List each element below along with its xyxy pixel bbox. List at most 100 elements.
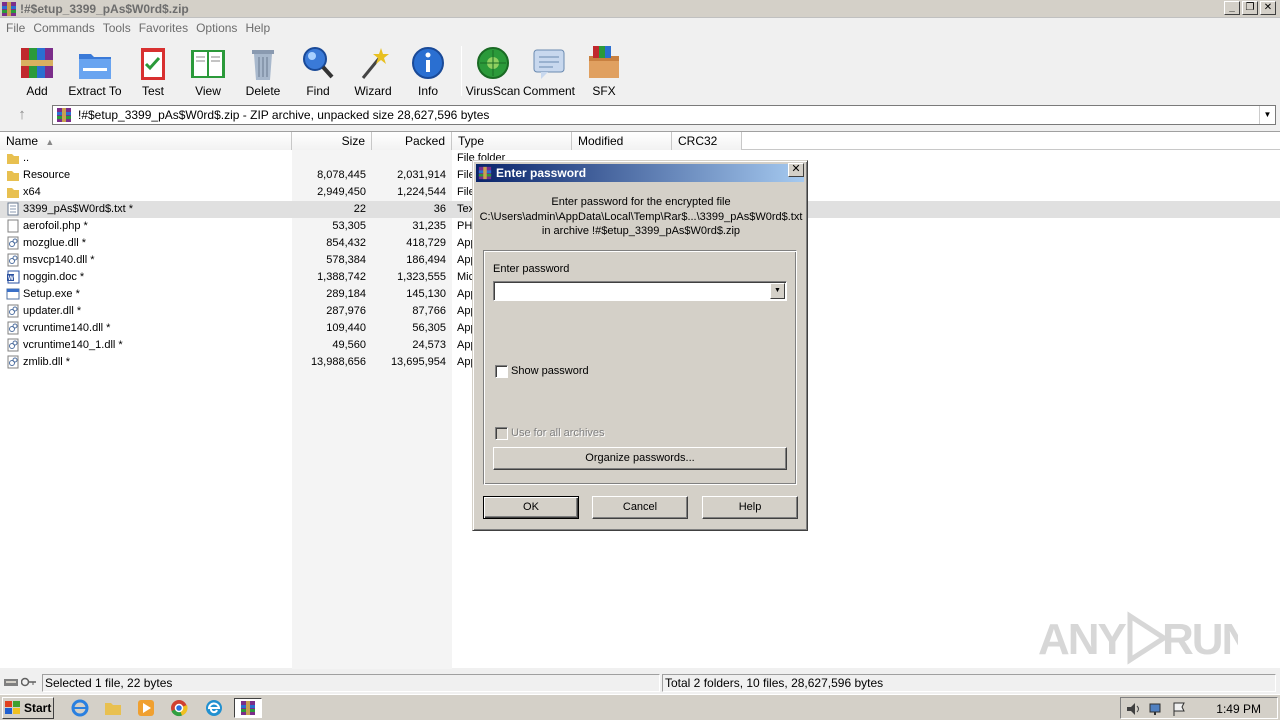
menu-commands[interactable]: Commands [31,21,100,35]
taskbar-winrar[interactable] [234,698,262,718]
use-for-all-archives-label: Use for all archives [511,427,605,439]
show-password-checkbox[interactable] [495,365,508,378]
organize-passwords-button[interactable]: Organize passwords... [493,447,787,470]
dialog-title-bar[interactable]: Enter password [476,164,804,182]
restore-button[interactable]: ❐ [1242,1,1258,15]
virusscan-button[interactable]: VirusScan [464,44,522,98]
media-player-icon [138,700,154,716]
sfx-button[interactable]: SFX [575,44,633,98]
menu-tools[interactable]: Tools [101,21,137,35]
info-button[interactable]: Info [399,44,457,98]
clock[interactable]: 1:49 PM [1216,702,1261,716]
add-button[interactable]: Add [8,44,66,98]
dialog-message-line1: Enter password for the encrypted file [551,196,731,208]
wizard-button[interactable]: Wizard [344,44,402,98]
close-window-button[interactable]: ✕ [1260,1,1276,15]
key-icon [21,677,36,687]
file-packed-size: 56,305 [412,322,446,334]
chrome-icon [171,700,188,717]
file-size: 109,440 [326,322,366,334]
dll-icon [7,304,19,318]
menu-options[interactable]: Options [194,21,243,35]
comment-icon [533,49,565,79]
toolbar-separator [461,46,462,96]
info-icon [412,47,444,79]
taskbar-edge[interactable] [202,698,226,718]
volume-icon[interactable] [1125,701,1141,717]
column-packed[interactable]: Packed [372,132,452,150]
test-button[interactable]: Test [124,44,182,98]
file-packed-size: 2,031,914 [397,169,446,181]
delete-button[interactable]: Delete [234,44,292,98]
taskbar-ie[interactable] [68,698,92,718]
toolbar: Add Extract To Test View Delete Find Wiz… [0,38,1280,100]
file-name: updater.dll * [23,305,82,317]
text-file-icon [7,202,19,216]
internet-explorer-icon [71,699,89,717]
minimize-button[interactable]: _ [1224,1,1240,15]
column-crc32[interactable]: CRC32 [672,132,742,150]
password-label: Enter password [493,263,570,275]
file-packed-size: 87,766 [412,305,446,317]
address-field[interactable]: !#$etup_3399_pAs$W0rd$.zip - ZIP archive… [52,105,1276,125]
file-name: msvcp140.dll * [23,254,95,266]
up-folder-button[interactable]: ↑ [10,106,34,124]
virus-scan-icon [477,47,509,79]
password-history-dropdown[interactable]: ▼ [770,283,785,299]
file-size: 13,988,656 [310,356,366,368]
folder-up-icon [7,154,19,164]
window-title-bar[interactable]: !#$etup_3399_pAs$W0rd$.zip _ ❐ ✕ [0,0,1280,18]
start-button[interactable]: Start [2,697,54,719]
extract-to-button[interactable]: Extract To [66,44,124,98]
comment-button[interactable]: Comment [520,44,578,98]
word-doc-icon: W [7,270,20,284]
dll-icon [7,338,19,352]
help-button[interactable]: Help [702,496,798,519]
folder-icon [7,188,19,198]
taskbar-media[interactable] [134,698,158,718]
file-size: 854,432 [326,237,366,249]
edge-icon [206,700,222,716]
file-size: 8,078,445 [317,169,366,181]
anyrun-watermark-logo: ANY RUN [1038,611,1238,665]
taskbar-explorer[interactable] [101,698,125,718]
address-bar: ↑ !#$etup_3399_pAs$W0rd$.zip - ZIP archi… [0,103,1280,127]
menu-favorites[interactable]: Favorites [137,21,194,35]
winrar-icon [241,701,255,715]
drive-icon [4,679,18,686]
show-password-label[interactable]: Show password [511,365,589,377]
folder-icon [7,171,19,181]
exe-icon [6,288,20,300]
virusscan-label: VirusScan [465,84,521,98]
delete-label: Delete [245,84,281,98]
ok-button[interactable]: OK [483,496,579,519]
taskbar-chrome[interactable] [167,698,191,718]
file-size: 22 [353,203,366,215]
menu-file[interactable]: File [4,21,31,35]
extract-to-label: Extract To [68,84,122,98]
file-name: vcruntime140_1.dll * [23,339,123,351]
clipboard-check-icon [141,48,165,80]
view-button[interactable]: View [179,44,237,98]
cancel-button[interactable]: Cancel [592,496,688,519]
file-name: mozglue.dll * [23,237,86,249]
address-dropdown-button[interactable]: ▼ [1259,106,1275,124]
file-name: aerofoil.php * [23,220,88,232]
column-size[interactable]: Size [292,132,372,150]
password-input[interactable]: ▼ [493,281,787,301]
flag-icon[interactable] [1171,701,1187,717]
column-name[interactable]: Name ▲ [0,132,292,150]
file-packed-size: 13,695,954 [390,356,446,368]
file-name: noggin.doc * [23,271,85,283]
find-label: Find [306,84,330,98]
dialog-close-button[interactable]: ✕ [788,163,804,177]
column-modified[interactable]: Modified [572,132,672,150]
svg-text:RUN: RUN [1162,615,1238,664]
column-type[interactable]: Type [452,132,572,150]
archive-books-icon [21,48,53,78]
window-controls: _ ❐ ✕ [1224,1,1276,15]
find-button[interactable]: Find [289,44,347,98]
start-label: Start [24,701,52,715]
network-icon[interactable] [1149,701,1165,717]
menu-help[interactable]: Help [243,21,276,35]
